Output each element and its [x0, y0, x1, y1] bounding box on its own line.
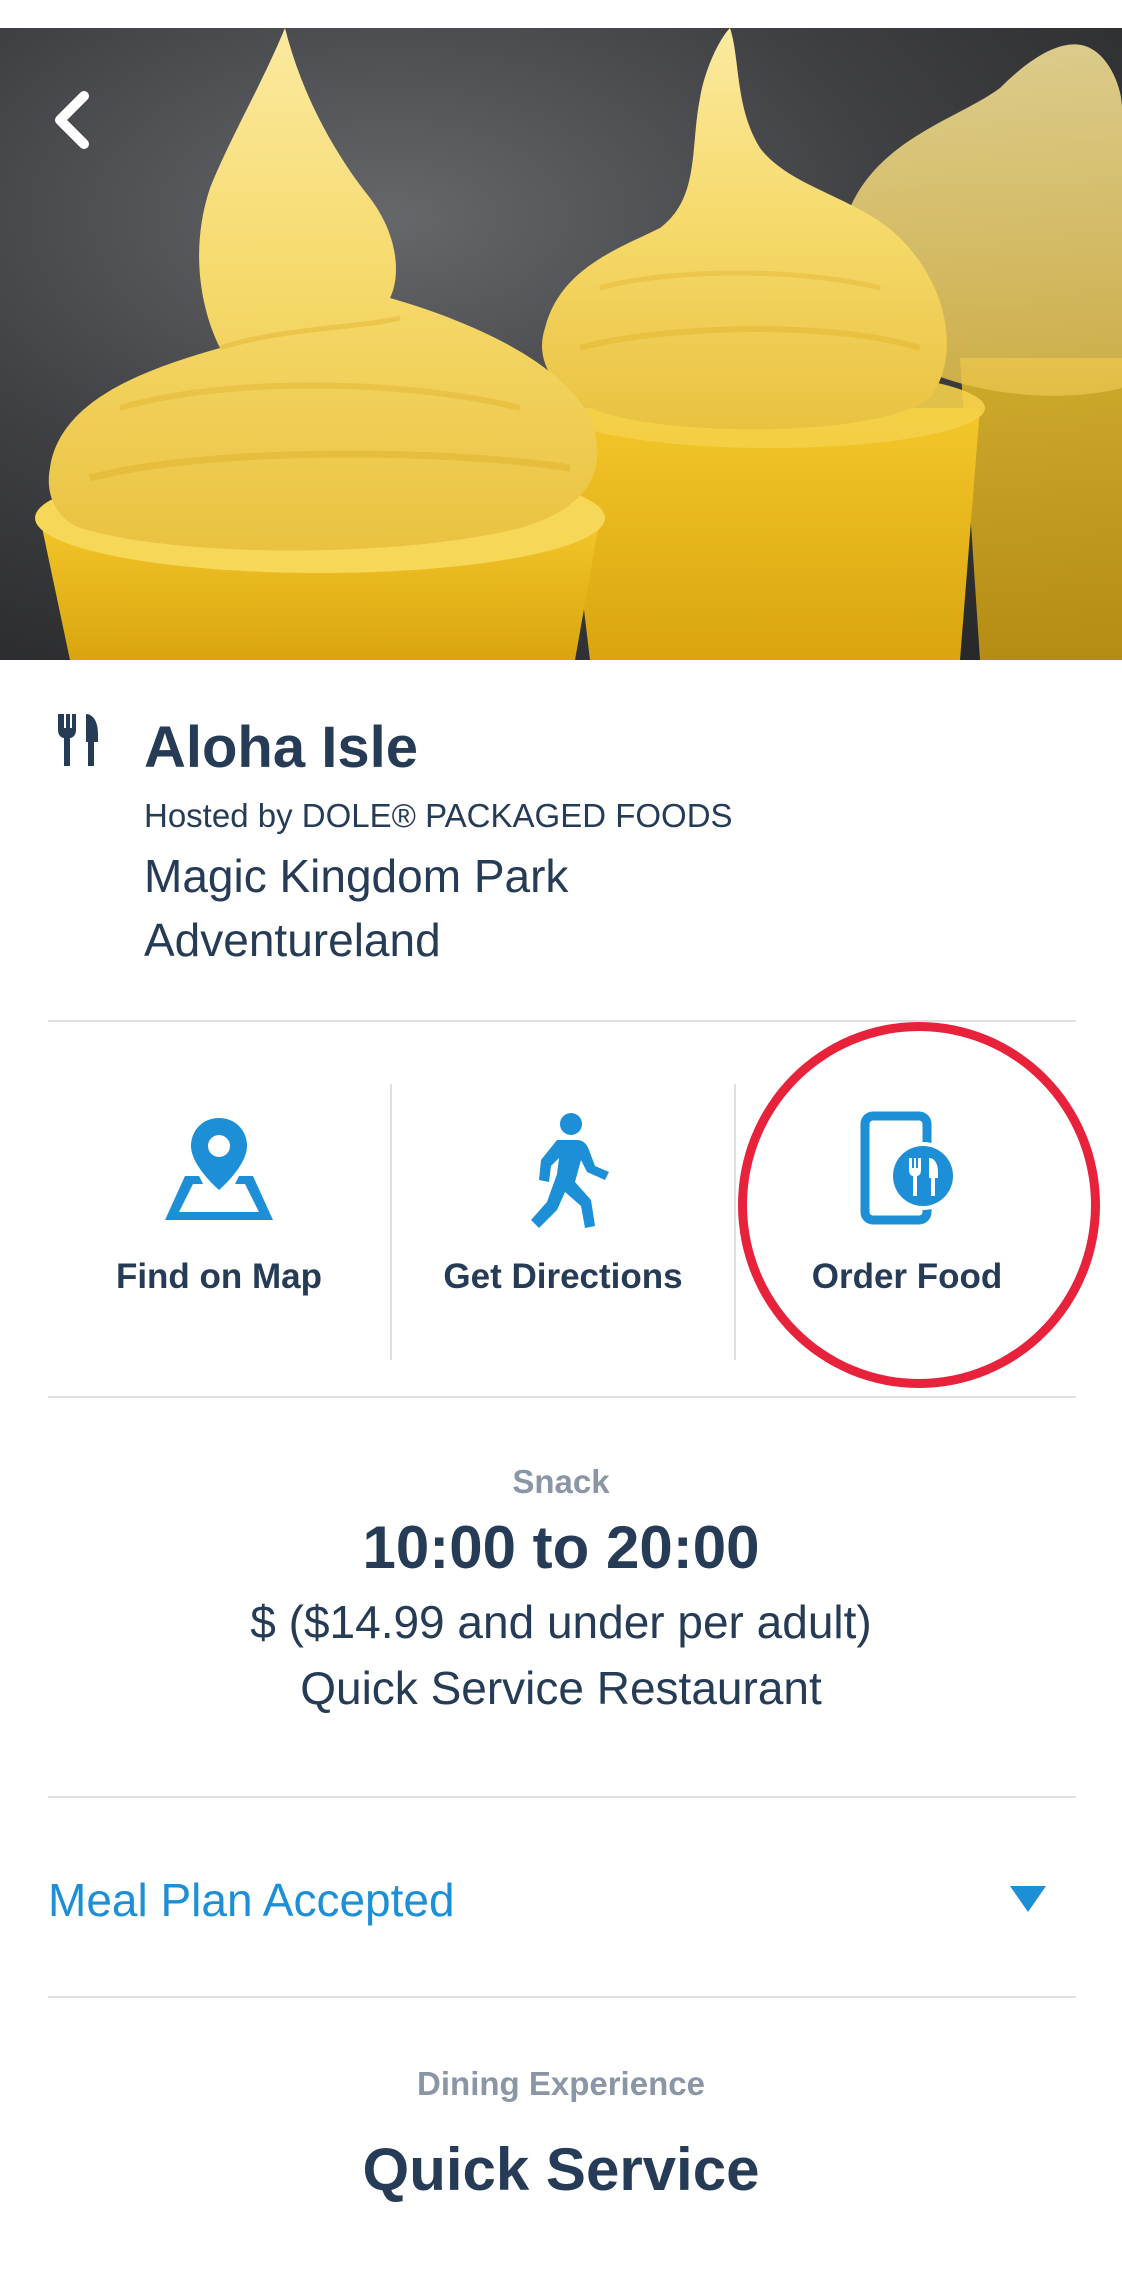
back-button[interactable] [44, 84, 108, 156]
divider [48, 1396, 1076, 1398]
restaurant-name: Aloha Isle [144, 715, 418, 780]
dining-experience-label: Dining Experience [417, 2065, 705, 2102]
divider [48, 1796, 1076, 1798]
mobile-order-icon [860, 1111, 957, 1225]
walking-person-icon [531, 1113, 609, 1228]
find-on-map-label: Find on Map [115, 1257, 323, 1296]
dining-experience-value: Quick Service [362, 2136, 760, 2203]
meal-plan-toggle[interactable]: Meal Plan Accepted [48, 1840, 1076, 1960]
get-directions-button[interactable]: Get Directions [392, 1040, 734, 1340]
caret-down-icon [1010, 1886, 1046, 1912]
find-on-map-button[interactable]: Find on Map [48, 1040, 390, 1340]
price-range: $ ($14.99 and under per adult) [250, 1596, 872, 1648]
restaurant-host: Hosted by DOLE® PACKAGED FOODS [144, 797, 733, 834]
divider [48, 1996, 1076, 1998]
meal-plan-label: Meal Plan Accepted [48, 1874, 455, 1926]
order-food-label: Order Food [811, 1257, 1003, 1296]
divider [48, 1020, 1076, 1022]
meal-period: Snack [512, 1463, 610, 1500]
status-bar-area [0, 0, 1122, 28]
hours-time: 10:00 to 20:00 [362, 1514, 760, 1581]
cutlery-icon [54, 712, 102, 768]
get-directions-label: Get Directions [443, 1257, 683, 1296]
action-row: Find on Map Get Directions Order Food [48, 1040, 1078, 1360]
map-pin-icon [165, 1118, 273, 1220]
land-name: Adventureland [144, 914, 441, 966]
order-food-button[interactable]: Order Food [736, 1040, 1078, 1340]
service-type: Quick Service Restaurant [300, 1662, 822, 1714]
hero-image [0, 28, 1122, 660]
park-name: Magic Kingdom Park [144, 850, 569, 902]
dole-whip-photo [0, 28, 1122, 660]
chevron-left-icon [55, 91, 89, 149]
